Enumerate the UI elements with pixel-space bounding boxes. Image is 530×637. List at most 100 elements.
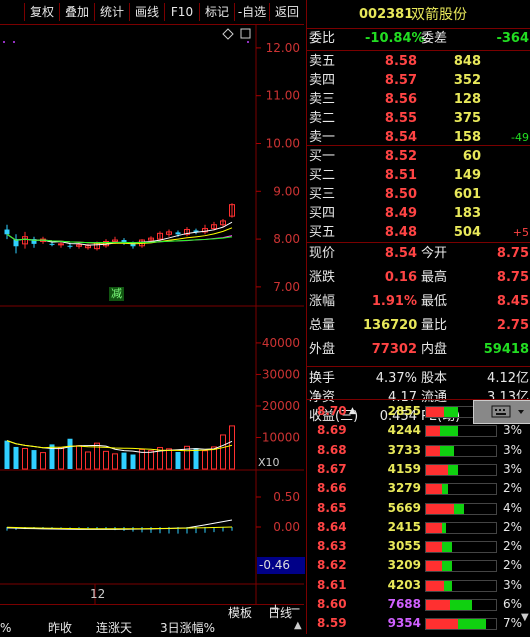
price-level-row[interactable]: 8.62 3209 2% bbox=[307, 555, 530, 575]
quote-value: 136720 bbox=[363, 318, 418, 333]
volume-tick-label: 40000 bbox=[262, 336, 300, 350]
level-percent: 2% bbox=[503, 539, 523, 554]
level-percent: 2% bbox=[503, 558, 523, 573]
bid-change: +5 bbox=[512, 226, 529, 239]
price-level-row[interactable]: 8.63 3055 2% bbox=[307, 536, 530, 556]
volume-bar bbox=[148, 450, 154, 470]
volume-tick-label: 10000 bbox=[262, 430, 300, 444]
quote-panel: 002381 双箭股份 委比 -10.84% 委差 -364 卖五 8.58 848… bbox=[306, 0, 530, 634]
quote-row[interactable]: 外盘 77302 内盘 59418 bbox=[307, 339, 530, 361]
zoom-in-button[interactable]: + bbox=[270, 602, 281, 617]
level-bar-buy bbox=[450, 600, 472, 610]
candle-body bbox=[4, 229, 10, 235]
stock-header: 002381 双箭股份 bbox=[307, 2, 530, 28]
quote-row[interactable]: 涨跌 0.16 最高 8.75 bbox=[307, 267, 530, 289]
level-price: 8.70 bbox=[317, 404, 347, 418]
level-bar bbox=[425, 599, 497, 611]
level-bar bbox=[425, 483, 497, 496]
toolbar-button-zixuan[interactable]: -自选 bbox=[235, 3, 270, 21]
bottom-tab-prev-close[interactable]: 昨收 bbox=[48, 619, 72, 637]
toolbar-button-biaoji[interactable]: 标记 bbox=[200, 3, 235, 21]
price-level-row[interactable]: 8.68 3733 3% bbox=[307, 440, 530, 460]
level-volume: 4203 bbox=[387, 577, 421, 592]
level-bar-sell bbox=[426, 561, 442, 572]
bottom-tab-consecutive-up[interactable]: 连涨天 bbox=[96, 619, 132, 637]
macd-tick-label: 0.00 bbox=[273, 520, 300, 534]
price-level-row[interactable]: 8.67 4159 3% bbox=[307, 459, 530, 479]
level-percent: 3% bbox=[503, 461, 523, 476]
toolbar-button-fuquan[interactable]: 复权 bbox=[25, 3, 60, 21]
level-bar-buy bbox=[448, 464, 458, 475]
bid-price: 8.48 bbox=[384, 225, 417, 240]
level-price: 8.65 bbox=[317, 500, 347, 515]
bottom-tab-pct[interactable]: % bbox=[0, 619, 11, 637]
candle-body bbox=[175, 232, 181, 235]
price-level-row[interactable]: 8.66 3279 2% bbox=[307, 478, 530, 498]
volume-bar bbox=[40, 452, 46, 470]
toolbar-button-diejia[interactable]: 叠加 bbox=[60, 3, 95, 21]
level-price: 8.61 bbox=[317, 577, 347, 592]
level-bar bbox=[425, 521, 497, 534]
price-tick-label: 8.00 bbox=[273, 232, 300, 246]
price-level-row[interactable]: 8.61 4203 3% bbox=[307, 575, 530, 595]
level-bar-buy bbox=[440, 445, 454, 456]
quote-row[interactable]: 涨幅 1.91% 最低 8.45 bbox=[307, 291, 530, 313]
chart-panel: 12.00 11.00 10.00 9.00 8.00 7.00 40000 30000 200… bbox=[0, 24, 305, 604]
level-percent: 6% bbox=[503, 597, 523, 611]
level-price: 8.69 bbox=[317, 423, 347, 438]
toolbar-button-back[interactable]: 返回 bbox=[270, 3, 304, 21]
volume-bar bbox=[4, 440, 10, 469]
zoom-out-button[interactable]: − bbox=[290, 602, 301, 617]
level-volume: 4244 bbox=[387, 423, 421, 438]
price-tick-label: 9.00 bbox=[273, 184, 300, 198]
volume-bar bbox=[103, 450, 109, 470]
stock-code: 002381 bbox=[359, 7, 414, 22]
level-bar-sell bbox=[426, 600, 450, 610]
toolbar-button-tongji[interactable]: 统计 bbox=[95, 3, 130, 21]
price-level-row[interactable]: 8.65 5669 4% bbox=[307, 498, 530, 518]
toolbar-scroll-left[interactable] bbox=[0, 3, 25, 21]
price-level-row[interactable]: 8.60 7688 6% bbox=[307, 594, 530, 614]
date-axis-label: 12 bbox=[90, 587, 106, 601]
volume-bar bbox=[22, 448, 28, 470]
order-diff-value: -364 bbox=[496, 31, 529, 46]
toolbar-button-f10[interactable]: F10 bbox=[165, 3, 200, 21]
tab-template[interactable]: 模板 bbox=[228, 604, 252, 622]
level-volume: 4159 bbox=[387, 461, 421, 476]
level-bar bbox=[425, 444, 497, 457]
scroll-down-icon[interactable]: ▼ bbox=[521, 612, 529, 623]
price-level-row[interactable]: 8.64 2415 2% bbox=[307, 517, 530, 537]
level-price: 8.68 bbox=[317, 442, 347, 457]
level-volume: 9354 bbox=[387, 616, 421, 631]
price-level-row[interactable]: 8.59 9354 7% bbox=[307, 613, 530, 633]
level-bar bbox=[425, 618, 497, 631]
window-toggle-icon[interactable] bbox=[240, 28, 251, 39]
diamond-icon[interactable] bbox=[222, 28, 234, 40]
level-bar-sell bbox=[426, 445, 440, 456]
level-volume: 3279 bbox=[387, 481, 421, 496]
level-percent: 3% bbox=[503, 442, 523, 457]
level-bar bbox=[425, 463, 497, 476]
level-bar-sell bbox=[426, 464, 448, 475]
keyboard-icon[interactable] bbox=[473, 400, 530, 424]
scroll-up-icon[interactable]: ▲ bbox=[294, 620, 302, 631]
quote-label: 今开 bbox=[421, 246, 448, 261]
bottom-tab-3day-rise[interactable]: 3日涨幅% bbox=[160, 619, 215, 637]
kline-chart[interactable]: 12.00 11.00 10.00 9.00 8.00 7.00 40000 30000 200… bbox=[0, 24, 304, 604]
level-bar-buy bbox=[440, 426, 458, 437]
level-price: 8.60 bbox=[317, 597, 347, 611]
volume-bar bbox=[193, 448, 199, 469]
quote-value: 0.16 bbox=[384, 270, 417, 285]
price-candles bbox=[4, 203, 235, 254]
level-bar-sell bbox=[426, 542, 442, 553]
bid-row[interactable]: 买五 8.48 504 +5 bbox=[307, 222, 530, 244]
order-ratio-value: -10.84% bbox=[365, 31, 425, 46]
quote-row[interactable]: 总量 136720 量比 2.75 bbox=[307, 315, 530, 337]
quote-row[interactable]: 现价 8.54 今开 8.75 bbox=[307, 243, 530, 265]
toolbar-button-huaxian[interactable]: 画线 bbox=[130, 3, 165, 21]
level-bar-buy bbox=[458, 619, 486, 630]
quote-label: 涨跌 bbox=[309, 270, 336, 285]
order-ratio-row: 委比 -10.84% 委差 -364 bbox=[307, 28, 530, 50]
level-price: 8.64 bbox=[317, 519, 347, 534]
level-bar-sell bbox=[426, 619, 458, 630]
